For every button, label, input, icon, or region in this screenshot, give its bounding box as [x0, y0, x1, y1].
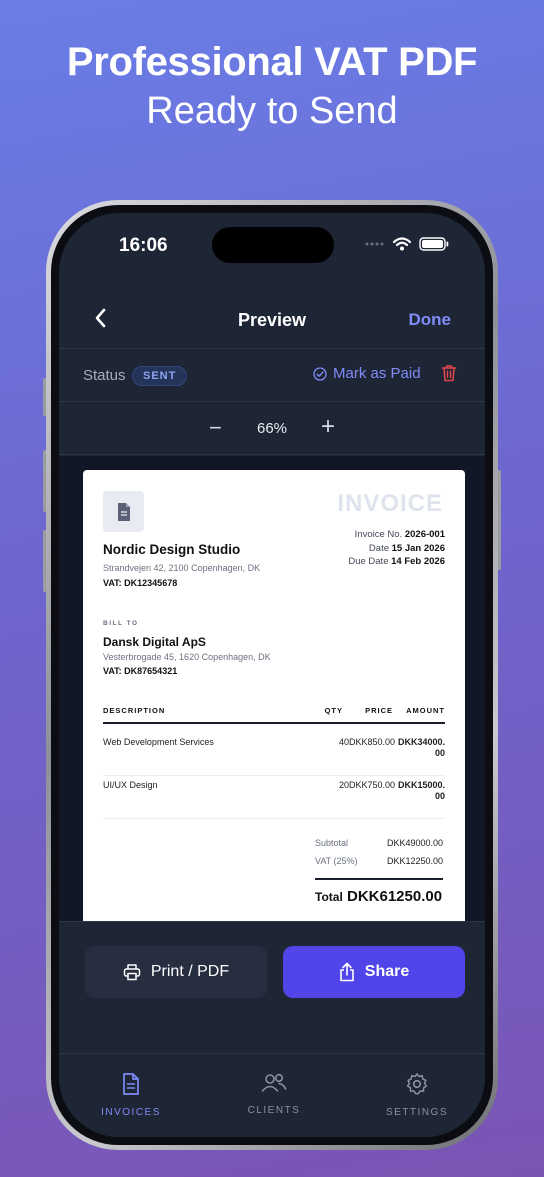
column-amount: AMOUNT [406, 706, 445, 715]
share-icon [339, 962, 354, 982]
tab-clients-label: CLIENTS [247, 1105, 301, 1116]
vat-value: DKK12250.00 [386, 856, 443, 866]
column-price: PRICE [365, 706, 393, 715]
tab-invoices[interactable]: INVOICES [71, 1072, 191, 1118]
vat-row: VAT (25%) DKK12250.00 [315, 856, 443, 874]
client-name: Dansk Digital ApS [103, 635, 206, 649]
business-logo [103, 491, 144, 532]
cellular-signal-icon [365, 242, 384, 246]
item-description: UI/UX Design [103, 780, 158, 790]
check-circle-icon [313, 366, 327, 381]
status-time: 16:06 [119, 235, 168, 256]
total-label: Total [315, 890, 343, 904]
status-row: Status SENT Mark as Paid [59, 350, 485, 402]
battery-icon [419, 237, 449, 251]
trash-icon [441, 365, 457, 382]
item-qty: 40 [338, 737, 349, 747]
nav-bar: Preview Done [59, 293, 485, 349]
subtotal-value: DKK49000.00 [386, 838, 443, 848]
table-header: DESCRIPTION QTY PRICE AMOUNT [103, 706, 445, 724]
item-amount: DKK34000.00 [397, 737, 445, 758]
invoice-due-date: 14 Feb 2026 [391, 556, 445, 567]
item-qty: 20 [338, 780, 349, 790]
people-icon [261, 1073, 287, 1092]
phone-frame: 16:06 Preview Done Status SENT Mark as P… [46, 200, 498, 1150]
headline-subtitle: Ready to Send [146, 90, 398, 132]
dynamic-island [212, 227, 334, 263]
printer-icon [123, 964, 141, 981]
pdf-preview-area[interactable]: INVOICE Invoice No. 2026-001 Date 15 Jan… [59, 456, 485, 940]
status-icons [365, 237, 449, 251]
business-address: Strandvejen 42, 2100 Copenhagen, DK [103, 563, 261, 573]
share-button[interactable]: Share [283, 946, 465, 998]
invoice-document: INVOICE Invoice No. 2026-001 Date 15 Jan… [83, 470, 465, 940]
document-icon [123, 1073, 139, 1095]
phone-bezel: 16:06 Preview Done Status SENT Mark as P… [51, 205, 493, 1145]
headline-title: Professional VAT PDF [66, 40, 478, 84]
invoice-date: 15 Jan 2026 [391, 542, 445, 554]
subtotal-row: Subtotal DKK49000.00 [315, 838, 443, 856]
tab-settings-label: SETTINGS [385, 1107, 448, 1118]
invoice-number: 2026-001 [404, 529, 445, 540]
zoom-controls: − 66% + [59, 403, 485, 455]
totals-divider [315, 878, 443, 880]
zoom-in-button[interactable]: + [321, 413, 335, 441]
document-icon [117, 502, 130, 521]
print-pdf-label: Print / PDF [150, 963, 230, 980]
item-amount: DKK15000.00 [397, 780, 445, 801]
bill-to-label: BILL TO [103, 620, 139, 627]
mark-as-paid-button[interactable]: Mark as Paid [313, 365, 421, 382]
delete-button[interactable] [441, 364, 457, 387]
headline: Professional VAT PDF Ready to Send [0, 38, 544, 136]
mark-as-paid-label: Mark as Paid [333, 365, 421, 382]
item-price: DKK750.00 [348, 780, 395, 790]
invoice-number-label: Invoice No. [354, 529, 403, 540]
table-row: UI/UX Design 20 DKK750.00 DKK15000.00 [103, 776, 445, 819]
zoom-level: 66% [256, 420, 288, 437]
gear-icon [406, 1073, 428, 1095]
tab-invoices-label: INVOICES [101, 1107, 161, 1118]
tab-bar: INVOICES CLIENTS SETTINGS [59, 1053, 485, 1137]
share-label: Share [364, 963, 410, 980]
business-vat: VAT: DK12345678 [103, 578, 178, 588]
invoice-meta: Invoice No. 2026-001 Date 15 Jan 2026 Du… [348, 528, 445, 569]
invoice-due-label: Due Date [348, 556, 389, 567]
client-address: Vesterbrogade 45, 1620 Copenhagen, DK [103, 652, 271, 662]
tab-clients[interactable]: CLIENTS [214, 1072, 334, 1116]
tab-settings[interactable]: SETTINGS [357, 1072, 477, 1118]
status-label: Status [83, 367, 126, 384]
done-button[interactable]: Done [409, 310, 452, 330]
phone-screen: 16:06 Preview Done Status SENT Mark as P… [59, 213, 485, 1137]
invoice-date-label: Date [368, 542, 389, 554]
column-description: DESCRIPTION [103, 706, 166, 715]
invoice-heading: INVOICE [337, 490, 443, 517]
total-value: DKK61250.00 [347, 888, 443, 905]
item-description: Web Development Services [103, 737, 214, 747]
status-badge: SENT [132, 366, 188, 386]
status-bar: 16:06 [59, 213, 485, 273]
print-pdf-button[interactable]: Print / PDF [85, 946, 267, 998]
vat-label: VAT (25%) [315, 856, 358, 866]
column-qty: QTY [324, 706, 343, 715]
item-price: DKK850.00 [348, 737, 395, 747]
totals-block: Subtotal DKK49000.00 VAT (25%) DKK12250.… [315, 838, 443, 888]
business-name: Nordic Design Studio [103, 542, 241, 557]
table-row: Web Development Services 40 DKK850.00 DK… [103, 733, 445, 776]
wifi-icon [393, 237, 411, 251]
subtotal-label: Subtotal [315, 838, 349, 848]
action-bar: Print / PDF Share [59, 921, 485, 1053]
client-vat: VAT: DK87654321 [103, 666, 178, 676]
